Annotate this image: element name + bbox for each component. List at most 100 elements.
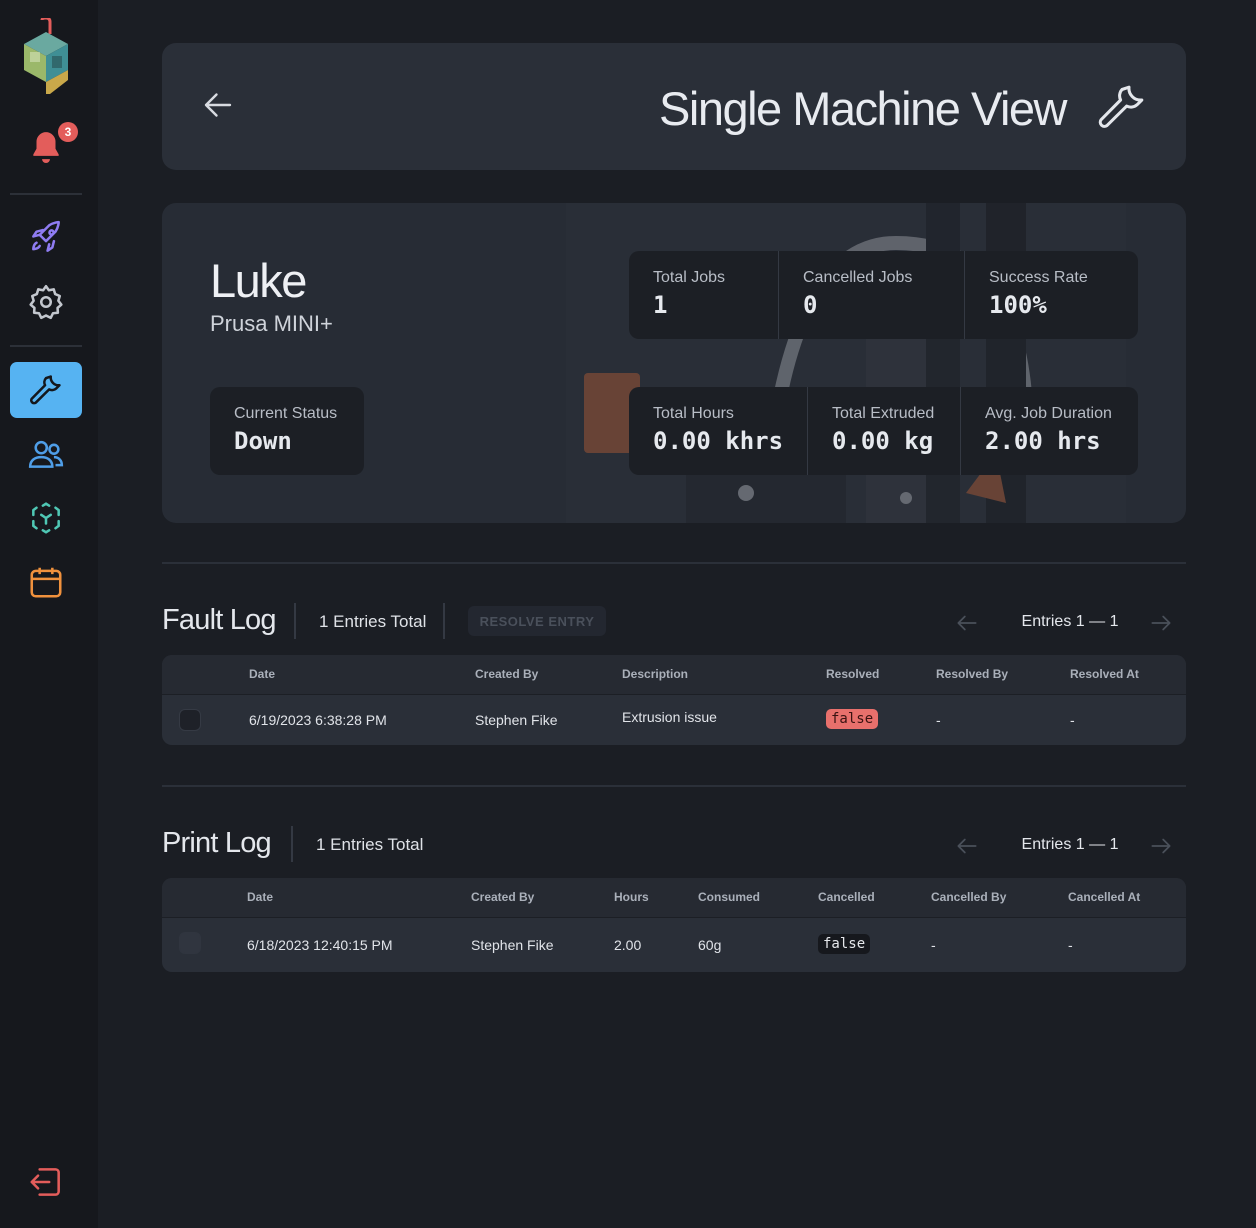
column-header[interactable]: Date bbox=[247, 890, 273, 904]
page-title: Single Machine View bbox=[659, 82, 1067, 135]
stat-label: Avg. Job Duration bbox=[985, 405, 1112, 422]
next-page-icon[interactable] bbox=[1148, 833, 1174, 859]
column-header[interactable]: Hours bbox=[614, 890, 649, 904]
status-value: Down bbox=[234, 427, 292, 455]
stat-value: 1 bbox=[653, 291, 668, 319]
stat-label: Total Extruded bbox=[832, 405, 935, 422]
stat-cancelled-jobs: Cancelled Jobs 0 bbox=[779, 251, 965, 339]
users-icon bbox=[28, 440, 64, 468]
cell-resolved-at: - bbox=[1070, 712, 1075, 728]
row-checkbox[interactable] bbox=[179, 709, 201, 731]
pager-label: Entries 1 — 1 bbox=[1021, 613, 1119, 630]
cell-created-by: Stephen Fike bbox=[471, 937, 554, 953]
back-arrow-icon[interactable] bbox=[200, 87, 236, 123]
print-log-title: Print Log bbox=[162, 827, 272, 859]
resolved-badge: false bbox=[826, 709, 879, 729]
stat-label: Cancelled Jobs bbox=[803, 269, 913, 286]
print-log-pager: Entries 1 — 1 bbox=[954, 831, 1186, 861]
cell-date: 6/19/2023 6:38:28 PM bbox=[249, 712, 387, 728]
logout-button[interactable] bbox=[10, 1154, 82, 1210]
stat-total-extruded: Total Extruded 0.00 kg bbox=[808, 387, 961, 475]
stat-total-hours: Total Hours 0.00 khrs bbox=[629, 387, 808, 475]
resolve-entry-button[interactable]: RESOLVE ENTRY bbox=[468, 606, 606, 636]
wrench-icon bbox=[1098, 85, 1144, 128]
sidebar-divider bbox=[10, 193, 82, 195]
notification-badge: 3 bbox=[58, 122, 78, 142]
next-page-icon[interactable] bbox=[1148, 610, 1174, 636]
fault-log-table: Date Created By Description Resolved Res… bbox=[162, 655, 1186, 745]
status-label: Current Status bbox=[234, 405, 338, 422]
stat-value: 100% bbox=[989, 291, 1047, 319]
logo-icon[interactable] bbox=[20, 16, 72, 98]
scan-icon bbox=[32, 502, 60, 534]
stat-label: Success Rate bbox=[989, 269, 1088, 286]
table-header: Date Created By Description Resolved Res… bbox=[162, 655, 1186, 695]
calendar-icon bbox=[30, 567, 62, 598]
prev-page-icon[interactable] bbox=[954, 833, 980, 859]
stat-value: 0.00 khrs bbox=[653, 427, 784, 455]
column-header[interactable]: Cancelled bbox=[818, 890, 875, 904]
stat-label: Total Jobs bbox=[653, 269, 726, 286]
nav-users[interactable] bbox=[10, 426, 82, 482]
vertical-divider bbox=[294, 603, 296, 639]
column-header[interactable]: Date bbox=[249, 667, 275, 681]
status-card: Current Status Down bbox=[210, 387, 364, 475]
column-header[interactable]: Resolved At bbox=[1070, 667, 1139, 681]
column-header[interactable]: Description bbox=[622, 667, 688, 681]
row-checkbox[interactable] bbox=[179, 932, 201, 954]
nav-machines[interactable] bbox=[10, 362, 82, 418]
vertical-divider bbox=[443, 603, 445, 639]
cell-resolved-by: - bbox=[936, 712, 941, 728]
gear-icon bbox=[29, 284, 63, 320]
cell-hours: 2.00 bbox=[614, 937, 642, 953]
stat-avg-job-duration: Avg. Job Duration 2.00 hrs bbox=[961, 387, 1138, 475]
sidebar: 3 bbox=[0, 0, 98, 1228]
usage-stats: Total Hours 0.00 khrs Total Extruded 0.0… bbox=[629, 387, 1138, 475]
cancelled-badge: false bbox=[818, 934, 871, 954]
job-stats: Total Jobs 1 Cancelled Jobs 0 Success Ra… bbox=[629, 251, 1138, 339]
stat-label: Total Hours bbox=[653, 405, 734, 422]
table-row[interactable]: 6/18/2023 12:40:15 PM Stephen Fike 2.00 … bbox=[162, 918, 1186, 972]
wrench-icon bbox=[30, 375, 61, 405]
cell-description: Extrusion issue bbox=[622, 709, 717, 725]
prev-page-icon[interactable] bbox=[954, 610, 980, 636]
column-header[interactable]: Cancelled At bbox=[1068, 890, 1140, 904]
stat-value: 2.00 hrs bbox=[985, 427, 1101, 455]
section-divider bbox=[162, 785, 1186, 787]
column-header[interactable]: Cancelled By bbox=[931, 890, 1006, 904]
section-divider bbox=[162, 562, 1186, 564]
table-row[interactable]: 6/19/2023 6:38:28 PM Stephen Fike Extrus… bbox=[162, 695, 1186, 745]
logout-icon bbox=[30, 1168, 60, 1196]
vertical-divider bbox=[291, 826, 293, 862]
column-header[interactable]: Created By bbox=[475, 667, 538, 681]
fault-log-pager: Entries 1 — 1 bbox=[954, 608, 1186, 638]
nav-settings[interactable] bbox=[10, 274, 82, 330]
table-header: Date Created By Hours Consumed Cancelled… bbox=[162, 878, 1186, 918]
fault-log-entries-total: 1 Entries Total bbox=[319, 612, 427, 631]
nav-scan[interactable] bbox=[10, 490, 82, 546]
sidebar-divider bbox=[10, 345, 82, 347]
cell-date: 6/18/2023 12:40:15 PM bbox=[247, 937, 393, 953]
pager-label: Entries 1 — 1 bbox=[1021, 836, 1119, 853]
cell-created-by: Stephen Fike bbox=[475, 712, 558, 728]
nav-calendar[interactable] bbox=[10, 554, 82, 610]
print-log-table: Date Created By Hours Consumed Cancelled… bbox=[162, 878, 1186, 972]
column-header[interactable]: Consumed bbox=[698, 890, 760, 904]
print-log-entries-total: 1 Entries Total bbox=[316, 835, 424, 854]
cell-cancelled-by: - bbox=[931, 937, 936, 953]
column-header[interactable]: Created By bbox=[471, 890, 534, 904]
machine-summary-card: Luke Prusa MINI+ Current Status Down Tot… bbox=[162, 203, 1186, 523]
stat-success-rate: Success Rate 100% bbox=[965, 251, 1138, 339]
page-header: Single Machine View bbox=[162, 43, 1186, 170]
column-header[interactable]: Resolved By bbox=[936, 667, 1008, 681]
nav-rocket[interactable] bbox=[10, 210, 82, 266]
stat-value: 0.00 kg bbox=[832, 427, 934, 455]
machine-model: Prusa MINI+ bbox=[210, 311, 333, 336]
fault-log-title: Fault Log bbox=[162, 604, 277, 636]
column-header[interactable]: Resolved bbox=[826, 667, 879, 681]
stat-total-jobs: Total Jobs 1 bbox=[629, 251, 779, 339]
cell-cancelled-at: - bbox=[1068, 937, 1073, 953]
stat-value: 0 bbox=[803, 291, 818, 319]
machine-name: Luke bbox=[210, 254, 307, 307]
cell-consumed: 60g bbox=[698, 937, 722, 953]
